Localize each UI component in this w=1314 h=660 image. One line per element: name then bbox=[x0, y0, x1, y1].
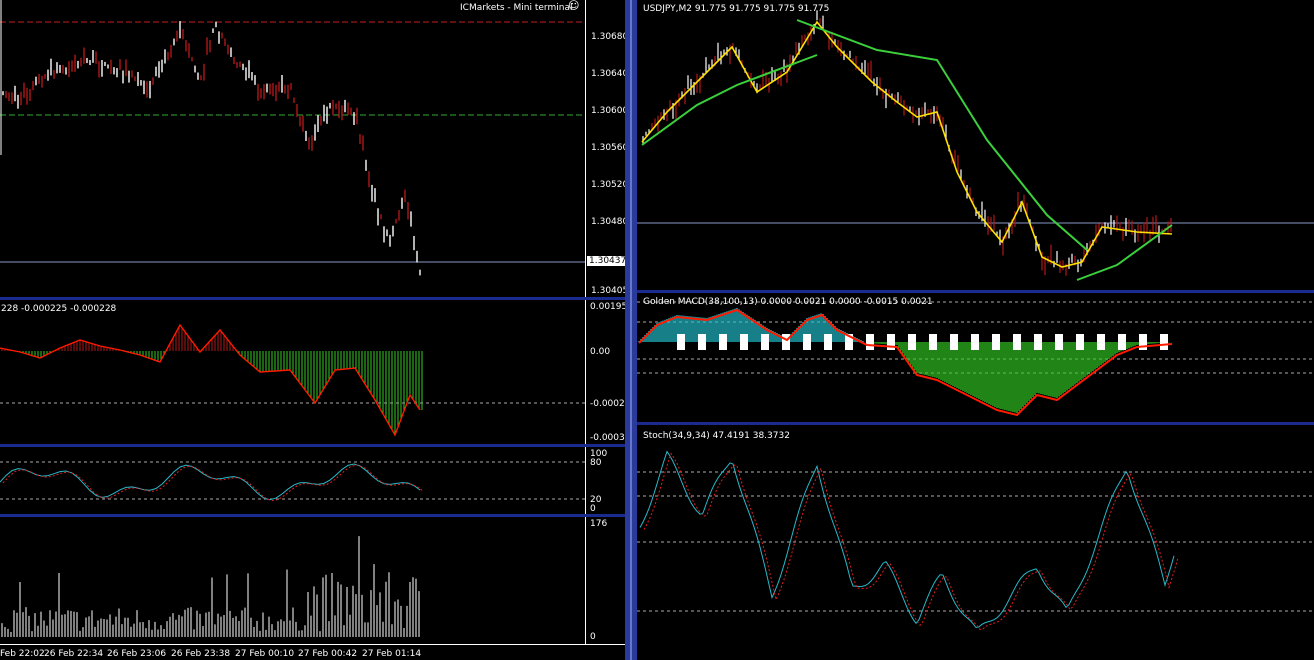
osc2-main-line bbox=[0, 463, 421, 501]
macd-gap bbox=[866, 334, 874, 350]
price-label-7: 1.30405 bbox=[591, 286, 625, 296]
right-chart-header: USDJPY,M2 91.775 91.775 91.775 91.775 bbox=[643, 4, 830, 14]
current-price-tag: 1.30437 bbox=[587, 256, 625, 266]
osc1-scale-1: 0.00195 bbox=[590, 302, 625, 312]
macd-gap bbox=[1160, 334, 1168, 350]
time-label-5: 27 Feb 00:10 bbox=[235, 649, 295, 659]
osc1-scale-2: 0.00 bbox=[590, 347, 611, 357]
right-stochastic-chart bbox=[637, 450, 1314, 631]
price-label-1: 1.30680 bbox=[591, 32, 625, 42]
time-label-7: 27 Feb 01:14 bbox=[362, 649, 422, 659]
right-chart-window[interactable]: USDJPY,M2 91.775 91.775 91.775 91.775 Go… bbox=[637, 0, 1314, 660]
price-label-6: 1.30480 bbox=[591, 217, 625, 227]
osc2-scale-2: 80 bbox=[590, 458, 602, 468]
macd-gap bbox=[677, 334, 685, 350]
osc1-scale-3: -0.0002 bbox=[590, 399, 625, 409]
macd-gap bbox=[1076, 334, 1084, 350]
macd-gap bbox=[803, 334, 811, 350]
left-volume-chart bbox=[1, 536, 420, 637]
left-price-axis-line bbox=[585, 0, 586, 297]
time-label-6: 27 Feb 00:42 bbox=[298, 649, 358, 659]
time-label-3: 26 Feb 23:06 bbox=[107, 649, 167, 659]
macd-gap bbox=[782, 334, 790, 350]
macd-gap bbox=[1055, 334, 1063, 350]
lower-band-line bbox=[641, 54, 818, 146]
smiley-icon: ☺ bbox=[568, 0, 580, 12]
macd-gap bbox=[719, 334, 727, 350]
price-label-5: 1.30520 bbox=[591, 180, 625, 190]
left-osc1-pane[interactable]: 228 -0.000225 -0.000228 0.00195 0.00 -0.… bbox=[0, 300, 625, 444]
left-osc1-axis-line bbox=[585, 300, 586, 444]
right-stoch-pane[interactable]: Stoch(34,9,34) 47.4191 38.3732 bbox=[637, 425, 1314, 660]
osc1-signal-line bbox=[0, 323, 421, 437]
left-price-pane[interactable]: ICMarkets - Mini terminal ☺ 1.30680 1.30… bbox=[0, 0, 625, 297]
left-volume-pane[interactable]: 176 0 bbox=[0, 517, 625, 644]
macd-gap bbox=[698, 334, 706, 350]
left-volume-axis-line bbox=[585, 517, 586, 644]
stoch-signal-line bbox=[643, 452, 1179, 631]
left-time-axis: Feb 22:02 26 Feb 22:34 26 Feb 23:06 26 F… bbox=[0, 644, 625, 660]
volume-scale-2: 0 bbox=[590, 632, 596, 642]
volume-scale-1: 176 bbox=[590, 519, 608, 529]
macd-gap bbox=[1097, 334, 1105, 350]
time-label-2: 26 Feb 22:34 bbox=[44, 649, 104, 659]
time-label-4: 26 Feb 23:38 bbox=[171, 649, 231, 659]
price-label-2: 1.30640 bbox=[591, 69, 625, 79]
time-label-1: Feb 22:02 bbox=[0, 649, 45, 659]
macd-gap bbox=[1118, 334, 1126, 350]
right-candlestick-chart[interactable] bbox=[637, 0, 1314, 290]
macd-gap bbox=[740, 334, 748, 350]
osc2-scale-4: 0 bbox=[590, 504, 596, 514]
left-osc1-chart bbox=[0, 323, 585, 437]
right-macd-header: Golden MACD(38,100,13) 0.0000 0.0021 0.0… bbox=[643, 297, 933, 307]
right-price-pane[interactable]: USDJPY,M2 91.775 91.775 91.775 91.775 bbox=[637, 0, 1314, 290]
macd-gap bbox=[971, 334, 979, 350]
macd-gap bbox=[929, 334, 937, 350]
left-osc2-chart bbox=[0, 461, 585, 502]
macd-gap bbox=[950, 334, 958, 350]
left-osc2-axis-line bbox=[585, 447, 586, 514]
left-candlestick-chart[interactable] bbox=[0, 0, 625, 297]
macd-gap bbox=[824, 334, 832, 350]
left-osc1-header: 228 -0.000225 -0.000228 bbox=[1, 304, 117, 314]
osc2-signal-line bbox=[2, 464, 424, 502]
macd-gap bbox=[908, 334, 916, 350]
right-macd-chart bbox=[637, 301, 1314, 417]
price-label-4: 1.30560 bbox=[591, 143, 625, 153]
left-window-title: ICMarkets - Mini terminal bbox=[460, 3, 573, 13]
window-divider-shadow bbox=[630, 0, 632, 660]
stoch-main-line bbox=[639, 450, 1175, 629]
osc1-scale-4: -0.00035 bbox=[590, 433, 625, 443]
macd-gap bbox=[1013, 334, 1021, 350]
left-osc2-pane[interactable]: 100 80 20 0 bbox=[0, 447, 625, 514]
macd-gap bbox=[761, 334, 769, 350]
macd-gap bbox=[992, 334, 1000, 350]
macd-gap bbox=[1034, 334, 1042, 350]
left-chart-window[interactable]: ICMarkets - Mini terminal ☺ 1.30680 1.30… bbox=[0, 0, 625, 660]
right-macd-pane[interactable]: Golden MACD(38,100,13) 0.0000 0.0021 0.0… bbox=[637, 293, 1314, 422]
right-stoch-header: Stoch(34,9,34) 47.4191 38.3732 bbox=[643, 431, 790, 441]
price-label-3: 1.30600 bbox=[591, 106, 625, 116]
